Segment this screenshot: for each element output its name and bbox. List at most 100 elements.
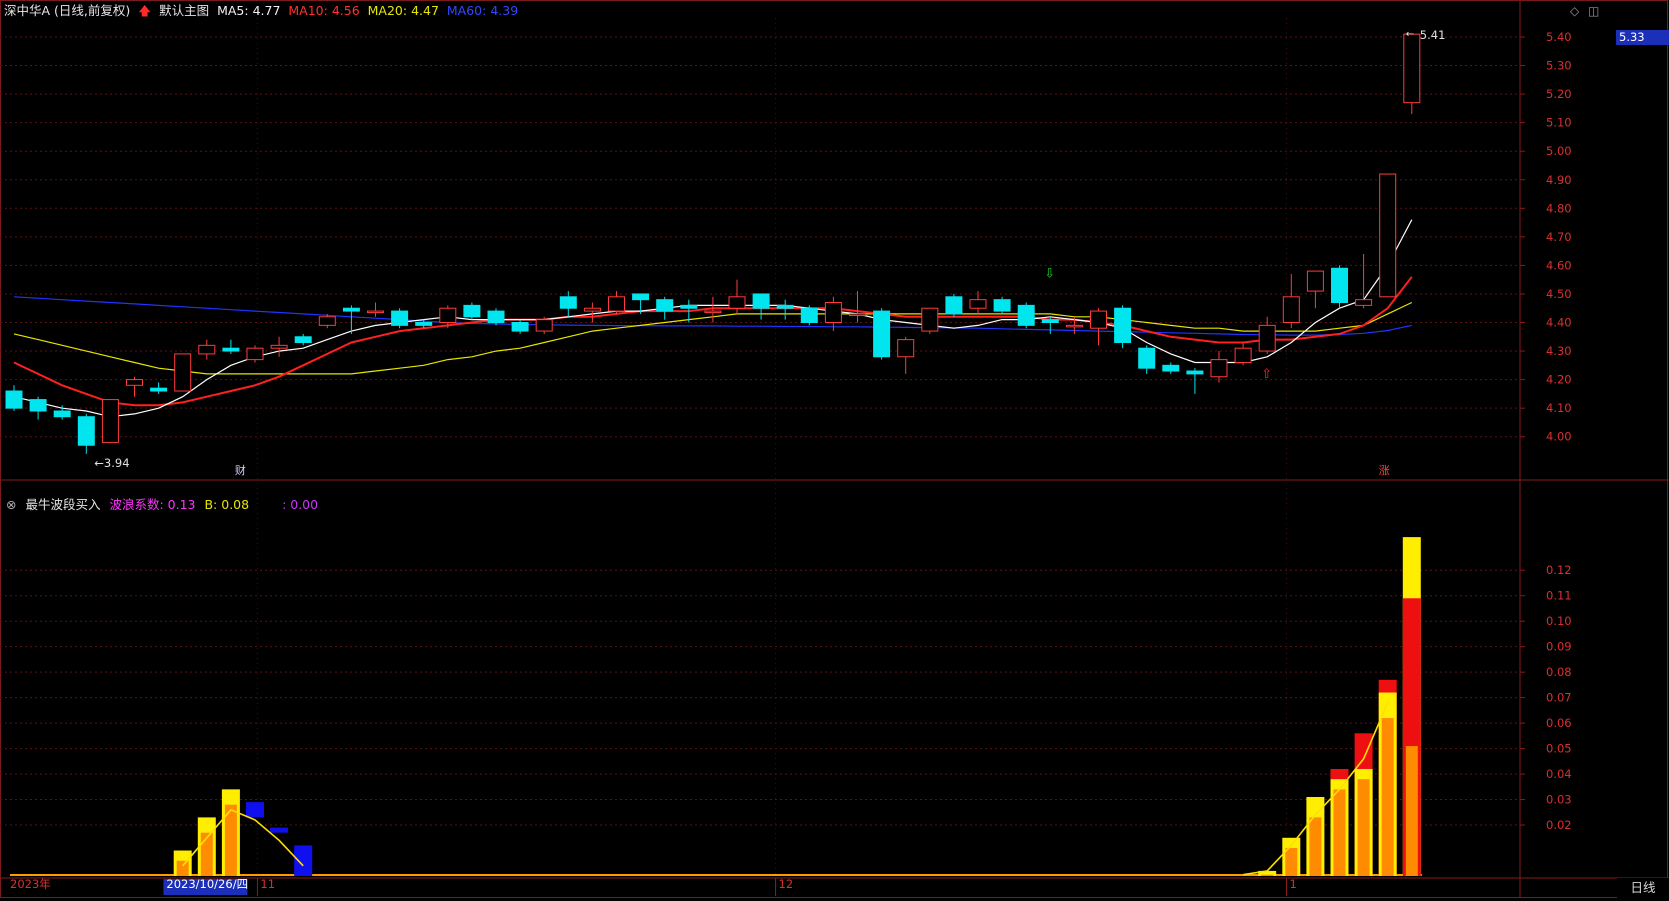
indicator-bar[interactable]: [270, 827, 289, 833]
candle[interactable]: [126, 376, 143, 397]
indicator-tick-label: 0.12: [1546, 563, 1572, 577]
candle[interactable]: [222, 339, 240, 354]
candle-body: [367, 310, 384, 314]
indicator-bar[interactable]: [1330, 768, 1349, 876]
indicator-bar[interactable]: [1282, 837, 1301, 876]
chart-canvas[interactable]: 5.41 ← ←3.94 ⇩ ⇧ 财 涨 5.40 5.30 5.20 5.10 5.00 4.90 4…: [0, 0, 1669, 898]
orange-segment: [200, 832, 213, 876]
candle-body: [126, 379, 143, 386]
indicator-tick-label: 0.07: [1546, 691, 1572, 705]
indicator-bar[interactable]: [246, 802, 264, 818]
indicator-bar[interactable]: [221, 789, 240, 876]
low-price-label: ←3.94: [94, 456, 129, 470]
candle-body: [101, 399, 119, 443]
candle[interactable]: [969, 291, 987, 314]
candle[interactable]: [776, 299, 794, 320]
candle-body: [993, 299, 1011, 312]
ma5-value: MA5: 4.77: [217, 3, 281, 18]
candle[interactable]: [873, 308, 891, 360]
candle[interactable]: [150, 382, 168, 394]
candle-body: [1258, 324, 1276, 352]
candle[interactable]: [1379, 173, 1397, 298]
candle-body: [1162, 364, 1180, 372]
candle[interactable]: [1138, 345, 1156, 374]
candle[interactable]: [1041, 316, 1059, 334]
indicator-bar[interactable]: [1378, 679, 1397, 876]
candle-body: [1210, 359, 1228, 378]
candle[interactable]: [921, 307, 939, 334]
candle[interactable]: [608, 291, 625, 314]
indicator-bar[interactable]: [1402, 537, 1421, 876]
candle[interactable]: [511, 319, 529, 334]
candle[interactable]: [1114, 305, 1132, 349]
window-toggle-icon[interactable]: ◫: [1588, 4, 1599, 18]
price-tick-label: 4.10: [1546, 401, 1572, 415]
candle-body: [29, 399, 47, 412]
finance-marker[interactable]: 财: [235, 463, 246, 477]
c-value: : 0.00: [282, 497, 319, 512]
candle[interactable]: [101, 399, 119, 443]
candle-body: [728, 296, 746, 309]
indicator-bar[interactable]: [197, 817, 216, 876]
month-label: 1: [1289, 877, 1296, 891]
candle[interactable]: [1282, 273, 1300, 329]
candle[interactable]: [824, 296, 842, 332]
candle[interactable]: [897, 336, 915, 374]
stock-title[interactable]: 深中华A (日线,前复权): [4, 3, 130, 18]
price-tick-label: 4.30: [1546, 344, 1572, 358]
candle[interactable]: [29, 396, 47, 420]
indicator-name[interactable]: 最牛波段买入: [25, 497, 100, 512]
chart-template-name[interactable]: 默认主图: [159, 3, 209, 18]
candle[interactable]: [198, 339, 216, 360]
candle[interactable]: [1017, 302, 1035, 329]
candle[interactable]: [1355, 253, 1373, 309]
indicator-bar[interactable]: [1354, 733, 1373, 876]
candle[interactable]: [752, 293, 770, 320]
price-tick-label: 4.50: [1546, 287, 1572, 301]
price-tick-label: 4.40: [1546, 316, 1572, 330]
candle[interactable]: [270, 336, 288, 357]
candle[interactable]: [1306, 270, 1324, 309]
high-price-label: 5.41: [1420, 28, 1446, 42]
candle[interactable]: [294, 333, 312, 346]
candle[interactable]: [367, 302, 384, 317]
candle-body: [921, 307, 939, 332]
ma20-value: MA20: 4.47: [367, 3, 439, 18]
candle[interactable]: [1210, 351, 1228, 383]
candle-body: [511, 322, 529, 332]
candle-body: [150, 387, 168, 392]
indicator-bar[interactable]: [294, 845, 313, 876]
period-daily-button[interactable]: 日线: [1617, 878, 1669, 898]
candle-body: [77, 416, 95, 446]
candle[interactable]: [1162, 362, 1180, 374]
indicator-bar[interactable]: [173, 850, 192, 876]
candle[interactable]: [800, 305, 818, 326]
diamond-icon[interactable]: ◇: [1570, 4, 1579, 18]
candle[interactable]: [1403, 33, 1421, 115]
candle[interactable]: [174, 353, 192, 392]
candle[interactable]: [463, 302, 481, 320]
candle[interactable]: [1331, 265, 1348, 309]
indicator-tick-label: 0.05: [1546, 742, 1572, 756]
limit-up-marker[interactable]: 涨: [1379, 464, 1390, 477]
green-down-arrow-icon: ⇩: [1044, 267, 1055, 282]
candle[interactable]: [246, 345, 264, 363]
indicator-close-icon[interactable]: ⊗: [6, 497, 16, 512]
price-tick-label: 4.80: [1546, 201, 1572, 215]
candle[interactable]: [487, 308, 505, 326]
candle[interactable]: [391, 308, 409, 329]
candle[interactable]: [993, 296, 1011, 314]
candle[interactable]: [656, 296, 674, 320]
candle[interactable]: [945, 293, 963, 317]
candle[interactable]: [1186, 368, 1204, 394]
candle[interactable]: [5, 385, 23, 412]
candle[interactable]: [583, 302, 601, 323]
candle-body: [873, 310, 891, 358]
candle[interactable]: [559, 291, 577, 317]
candle[interactable]: [535, 316, 553, 334]
candlestick-series[interactable]: 5.41 ← ←3.94 ⇩ ⇧ 财 涨: [5, 28, 1446, 477]
candle[interactable]: [77, 413, 95, 454]
candle[interactable]: [1234, 342, 1252, 366]
candle[interactable]: [1090, 308, 1107, 346]
candle[interactable]: [849, 291, 866, 323]
